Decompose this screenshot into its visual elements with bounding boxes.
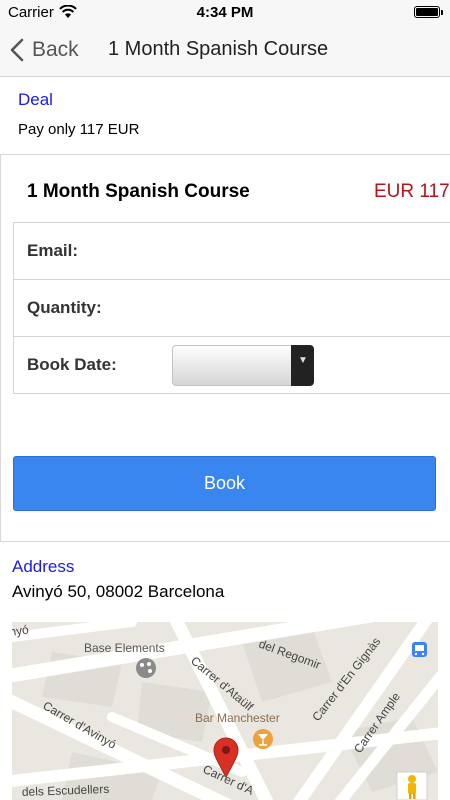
quantity-row: Quantity: bbox=[13, 280, 450, 337]
status-bar: Carrier 4:34 PM bbox=[0, 0, 450, 24]
book-date-select[interactable]: ▼ bbox=[172, 345, 314, 386]
address-heading: Address bbox=[12, 557, 75, 576]
back-button[interactable]: Back bbox=[10, 37, 79, 63]
navigation-bar: Back 1 Month Spanish Course bbox=[0, 24, 450, 77]
poi-label-bar-manchester: Bar Manchester bbox=[195, 711, 280, 725]
street-view-pegman-icon bbox=[396, 771, 428, 800]
chevron-left-icon bbox=[10, 38, 24, 62]
status-time: 4:34 PM bbox=[196, 4, 254, 21]
page-title: 1 Month Spanish Course bbox=[108, 38, 329, 60]
booking-panel: 1 Month Spanish Course EUR 117 Email: Qu… bbox=[0, 154, 450, 542]
back-label: Back bbox=[32, 38, 79, 61]
dropdown-arrow-icon: ▼ bbox=[291, 345, 314, 386]
address-text: Avinyó 50, 08002 Barcelona bbox=[12, 582, 225, 601]
location-map[interactable]: del Regomir Carrer d'Ataülf Carrer d'En … bbox=[12, 622, 438, 800]
email-label: Email: bbox=[27, 241, 79, 260]
email-row: Email: bbox=[13, 223, 450, 280]
book-button[interactable]: Book bbox=[13, 456, 436, 511]
battery-icon bbox=[414, 6, 443, 18]
quantity-field[interactable] bbox=[164, 288, 450, 330]
street-label-nyo: nyó bbox=[12, 622, 30, 639]
book-date-row: Book Date: ▼ bbox=[13, 337, 450, 394]
book-date-label: Book Date: bbox=[27, 355, 117, 374]
palette-icon bbox=[136, 658, 156, 678]
course-price: EUR 117 bbox=[374, 181, 450, 202]
deal-text: Pay only 117 EUR bbox=[18, 121, 140, 138]
bus-stop-icon bbox=[412, 642, 427, 657]
cocktail-icon bbox=[253, 729, 273, 749]
quantity-label: Quantity: bbox=[27, 298, 102, 317]
map-canvas: del Regomir Carrer d'Ataülf Carrer d'En … bbox=[12, 622, 438, 800]
booking-form: Email: Quantity: Book Date: ▼ bbox=[13, 222, 450, 394]
email-field[interactable] bbox=[164, 231, 450, 273]
poi-label-base-elements: Base Elements bbox=[84, 641, 165, 655]
deal-heading: Deal bbox=[18, 90, 53, 109]
course-name: 1 Month Spanish Course bbox=[27, 181, 250, 202]
